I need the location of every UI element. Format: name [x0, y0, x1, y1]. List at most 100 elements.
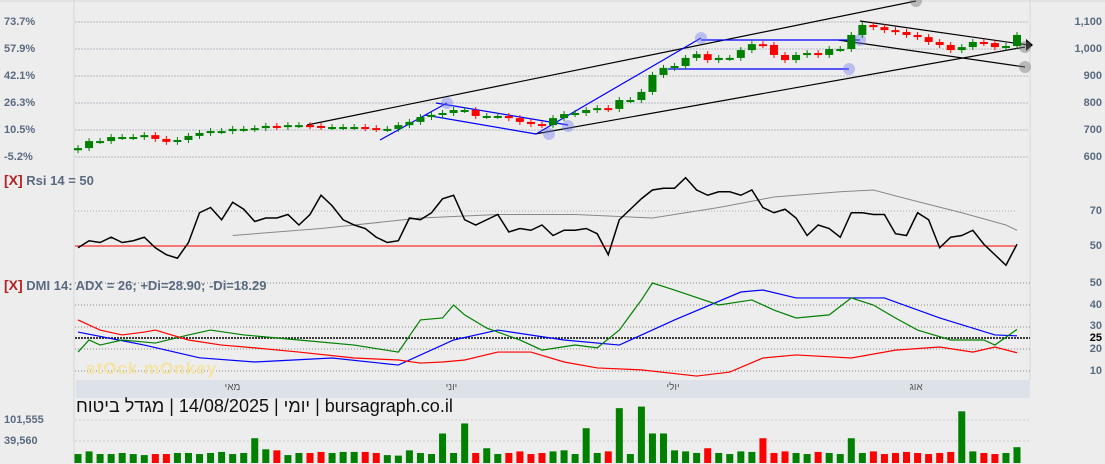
- candle-body: [781, 54, 790, 61]
- volume-bar: [262, 449, 270, 463]
- candle-body: [924, 37, 933, 42]
- volume-bar: [151, 454, 159, 463]
- trend-line: [306, 0, 917, 126]
- volume-bar: [107, 454, 115, 463]
- candle-body: [957, 47, 966, 51]
- trend-line: [534, 46, 1026, 135]
- candle-body: [1013, 34, 1021, 47]
- candle-body: [714, 57, 723, 61]
- chart-canvas[interactable]: [0, 0, 1105, 464]
- rsi-tick: 50: [1089, 240, 1102, 252]
- volume-bar: [372, 452, 380, 463]
- candle-body: [250, 128, 259, 131]
- volume-bar: [505, 452, 513, 463]
- volume-bar: [648, 433, 656, 463]
- percent-tick: 73.7%: [4, 16, 36, 28]
- volume-bar: [383, 455, 391, 463]
- rsi-ma-line: [232, 189, 1018, 236]
- candle-body: [107, 137, 116, 142]
- volume-bar: [549, 451, 557, 463]
- percent-tick: 26.3%: [4, 97, 36, 109]
- volume-bar: [914, 452, 922, 463]
- dmi-close-button[interactable]: [X]: [4, 277, 23, 293]
- price-tick: 600: [1083, 151, 1102, 163]
- rsi-close-button[interactable]: [X]: [4, 172, 23, 188]
- volume-bar: [659, 433, 667, 463]
- volume-bar: [129, 454, 137, 463]
- price-tick: 900: [1083, 70, 1102, 82]
- volume-bar: [405, 450, 413, 463]
- candle-body: [902, 31, 911, 35]
- dmi-tick: 40: [1089, 299, 1102, 311]
- volume-bar: [74, 454, 82, 463]
- candle-body: [272, 125, 281, 128]
- percent-tick: 10.5%: [4, 124, 36, 136]
- volume-bar: [184, 452, 192, 463]
- volume-bar: [814, 451, 822, 463]
- volume-bar: [140, 455, 148, 463]
- volume-bar: [571, 454, 579, 463]
- candle-body: [427, 114, 436, 118]
- price-tick: 1,000: [1074, 43, 1102, 55]
- percent-tick: -5.2%: [4, 151, 33, 163]
- candle-body: [515, 118, 524, 122]
- volume-bar: [229, 454, 237, 463]
- volume-bar: [637, 406, 645, 463]
- month-label: יולי: [666, 382, 680, 393]
- candle-body: [560, 114, 569, 119]
- candle-body: [825, 49, 834, 55]
- volume-bar: [604, 451, 612, 463]
- candle-body: [670, 66, 679, 69]
- candle-body: [869, 24, 878, 28]
- volume-bar: [494, 454, 502, 463]
- candle-body: [858, 24, 867, 35]
- candle-body: [294, 125, 303, 128]
- candle-body: [736, 50, 745, 58]
- candle-body: [118, 137, 127, 140]
- pattern-handle: [441, 97, 453, 109]
- volume-bar: [781, 451, 789, 463]
- volume-bar: [682, 451, 690, 463]
- volume-bar: [516, 451, 524, 463]
- rsi-tick: 70: [1089, 205, 1102, 217]
- dmi-di-line: [77, 319, 1018, 377]
- volume-bar: [96, 454, 104, 463]
- volume-bar: [483, 448, 491, 463]
- candle-body: [74, 148, 82, 151]
- month-label: מאי: [224, 382, 241, 393]
- volume-bar: [737, 451, 745, 463]
- candle-body: [979, 41, 988, 44]
- candle-body: [493, 115, 502, 118]
- volume-bar: [980, 452, 988, 463]
- candle-body: [261, 125, 270, 129]
- volume-bar: [450, 452, 458, 463]
- candle-body: [504, 115, 513, 119]
- volume-bar: [858, 452, 866, 463]
- pattern-handle: [854, 34, 866, 46]
- candle-body: [449, 110, 458, 113]
- volume-bar: [969, 451, 977, 463]
- candle-body: [681, 57, 690, 67]
- candle-body: [814, 53, 823, 56]
- chart-title: יומי | 14/08/2025 | מגדל ביטוח | bursagr…: [76, 396, 453, 416]
- volume-bar: [715, 452, 723, 463]
- candle-body: [383, 128, 392, 131]
- volume-bar: [339, 451, 347, 463]
- dmi-label-text: DMI 14: ADX = 26; +Di=28.90; -Di=18.29: [26, 278, 267, 293]
- candle-body: [173, 139, 182, 142]
- price-tick: 800: [1083, 97, 1102, 109]
- volume-bar: [428, 454, 436, 463]
- candle-body: [460, 110, 469, 113]
- candle-body: [283, 125, 292, 128]
- volume-bar: [439, 433, 447, 463]
- volume-tick: 39,560: [4, 435, 38, 447]
- candle-body: [648, 74, 657, 92]
- candle-body: [184, 135, 193, 140]
- dmi-tick: 10: [1089, 365, 1102, 377]
- volume-tick: 101,555: [4, 414, 44, 426]
- volume-bar: [207, 452, 215, 463]
- volume-bar: [560, 450, 568, 463]
- month-label: יוני: [445, 382, 458, 393]
- candle-body: [317, 125, 326, 128]
- volume-bar: [273, 450, 281, 463]
